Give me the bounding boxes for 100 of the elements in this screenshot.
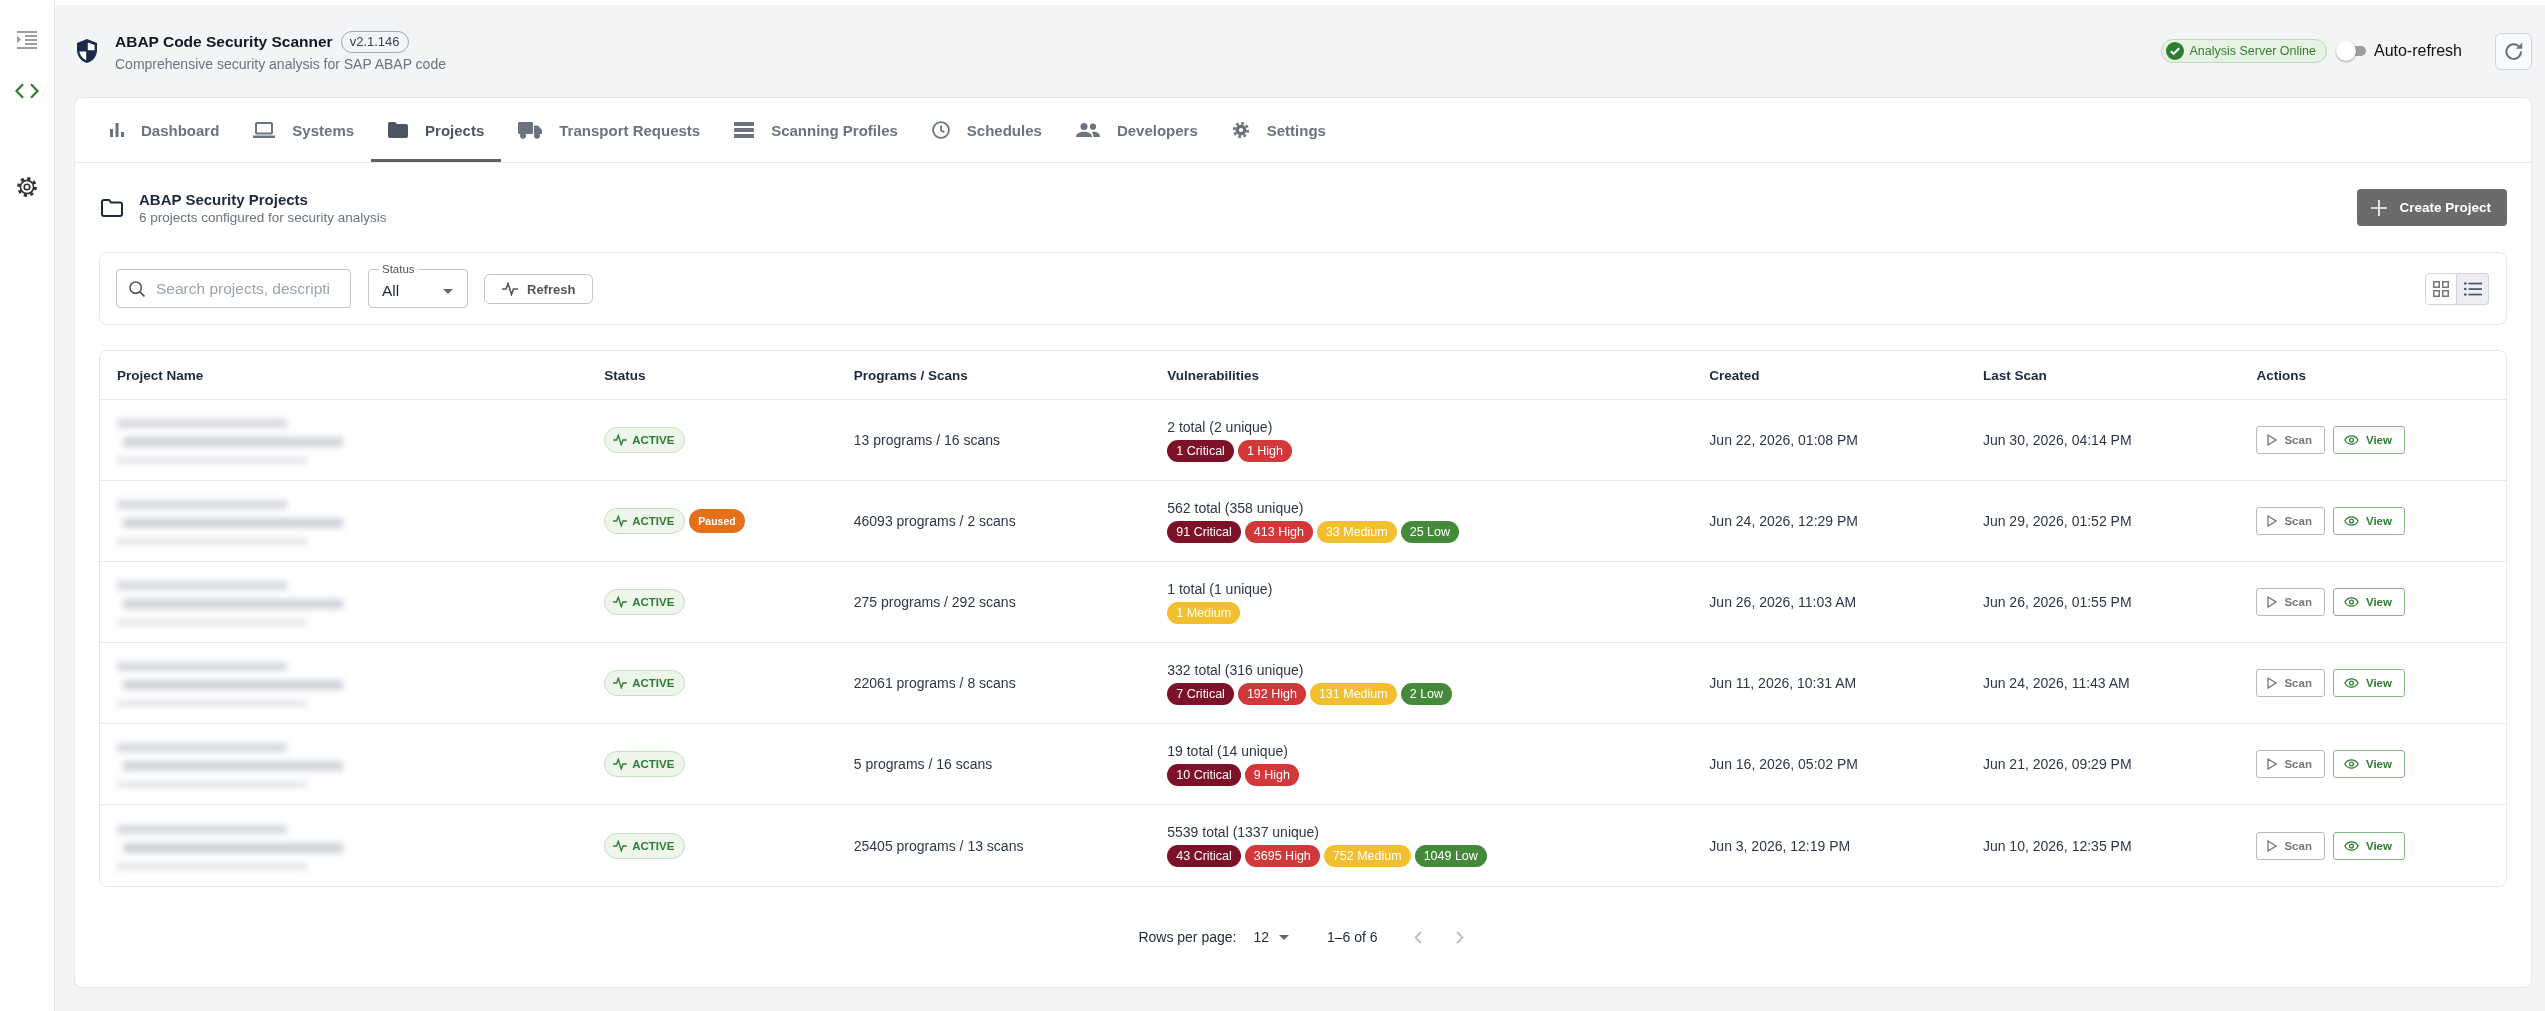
vulnerability-summary: 562 total (358 unique): [1167, 499, 1304, 516]
list-view-button[interactable]: [2457, 273, 2489, 305]
rows-per-page-select[interactable]: 12: [1253, 927, 1289, 947]
search-icon: [129, 280, 145, 297]
view-button[interactable]: View: [2332, 669, 2405, 697]
status-label: ACTIVE: [632, 434, 675, 446]
people-icon: [1075, 123, 1100, 137]
pulse-icon: [613, 677, 628, 689]
table-cell-text: 13 programs / 16 scans: [852, 432, 1002, 448]
scan-button[interactable]: Scan: [2256, 588, 2325, 616]
nav-tab[interactable]: Schedules: [914, 98, 1059, 162]
status-label: ACTIVE: [632, 515, 675, 527]
table-cell-text: Jun 21, 2026, 09:29 PM: [1981, 756, 2133, 772]
chevron-left-icon: [1413, 930, 1422, 944]
scan-button[interactable]: Scan: [2256, 831, 2325, 860]
severity-chip: 2 Low: [1400, 682, 1453, 705]
grid-icon: [2433, 281, 2449, 297]
plus-icon: [2371, 199, 2388, 216]
severity-chip: 192 High: [1237, 682, 1306, 705]
nav-tab[interactable]: Systems: [236, 98, 372, 162]
table-cell-text: Jun 11, 2026, 10:31 AM: [1708, 675, 1858, 691]
play-icon: [2267, 839, 2278, 852]
vulnerability-summary: 332 total (316 unique): [1167, 661, 1304, 678]
clock-icon: [931, 121, 950, 139]
table-cell-text: Jun 29, 2026, 01:52 PM: [1981, 513, 2133, 529]
scan-button[interactable]: Scan: [2256, 507, 2325, 535]
chevron-right-icon: [1455, 930, 1464, 944]
severity-chip: 33 Medium: [1316, 520, 1397, 543]
scan-button[interactable]: Scan: [2256, 750, 2325, 778]
vulnerability-summary: 1 total (1 unique): [1167, 580, 1273, 597]
shield-icon: [77, 39, 97, 63]
severity-chip: 43 Critical: [1167, 845, 1241, 867]
grid-view-button[interactable]: [2425, 273, 2457, 305]
sidebar-toggle-button[interactable]: [14, 28, 40, 52]
severity-chip: 25 Low: [1400, 520, 1460, 543]
pulse-icon: [613, 596, 628, 608]
indent-icon: [17, 31, 37, 49]
play-icon: [2267, 434, 2278, 446]
scan-button[interactable]: Scan: [2256, 426, 2325, 454]
severity-chip: 413 High: [1244, 520, 1313, 543]
section-title: ABAP Security Projects: [139, 190, 309, 208]
scan-button[interactable]: Scan: [2256, 669, 2325, 697]
table-cell-text: Jun 26, 2026, 11:03 AM: [1708, 594, 1858, 610]
play-icon: [2267, 677, 2278, 689]
table-cell-text: Jun 10, 2026, 12:35 PM: [1981, 837, 2133, 854]
app-title: ABAP Code Security Scanner: [115, 32, 333, 51]
folder-icon: [388, 122, 409, 138]
eye-icon: [2343, 516, 2359, 526]
eye-icon: [2343, 759, 2359, 769]
caret-icon: [443, 288, 453, 294]
create-project-button[interactable]: Create Project: [2357, 189, 2507, 226]
nav-tab[interactable]: Projects: [371, 98, 502, 162]
table-cell-text: Jun 30, 2026, 04:14 PM: [1981, 432, 2133, 448]
severity-chip: 1 Medium: [1167, 601, 1241, 624]
auto-refresh-toggle[interactable]: [2335, 41, 2366, 61]
view-button[interactable]: View: [2332, 426, 2405, 454]
refresh-icon: [2504, 42, 2523, 60]
view-button[interactable]: View: [2332, 750, 2405, 778]
nav-tab[interactable]: Dashboard: [93, 98, 237, 162]
refresh-button[interactable]: [2495, 32, 2532, 70]
status-select[interactable]: Status All: [368, 263, 468, 308]
severity-chip: 1 High: [1237, 439, 1292, 462]
column-header: Project Name: [116, 367, 205, 383]
play-icon: [2267, 596, 2278, 608]
severity-chip: 10 Critical: [1167, 763, 1241, 786]
severity-chip: 7 Critical: [1167, 682, 1234, 705]
pulse-icon: [613, 758, 628, 770]
status-label: ACTIVE: [632, 758, 675, 770]
auto-refresh-label: Auto-refresh: [2373, 42, 2462, 60]
severity-chip: 1049 Low: [1414, 845, 1487, 867]
column-header: Created: [1708, 367, 1761, 383]
view-button[interactable]: View: [2332, 507, 2405, 535]
search-field[interactable]: Search projects, descripti: [116, 269, 351, 308]
code-icon: [15, 83, 39, 99]
severity-chip: 752 Medium: [1323, 845, 1411, 867]
folder-icon: [101, 198, 123, 217]
nav-tab[interactable]: Settings: [1214, 98, 1343, 162]
eye-icon: [2343, 678, 2359, 688]
view-button[interactable]: View: [2332, 831, 2405, 860]
settings-icon: [1231, 121, 1250, 139]
play-icon: [2267, 758, 2278, 770]
table-cell-text: Jun 26, 2026, 01:55 PM: [1981, 594, 2133, 610]
refresh-button[interactable]: Refresh: [484, 274, 594, 304]
table-cell-text: 25405 programs / 13 scans: [852, 837, 1025, 854]
check-circle-icon: [2165, 42, 2184, 60]
laptop-icon: [253, 122, 276, 138]
table-cell-text: Jun 24, 2026, 12:29 PM: [1708, 513, 1859, 529]
pulse-icon: [502, 282, 518, 296]
nav-tab[interactable]: Developers: [1058, 98, 1215, 162]
view-button[interactable]: View: [2332, 588, 2405, 616]
bar-chart-icon: [110, 123, 124, 137]
server-status-label: Analysis Server Online: [2189, 44, 2316, 58]
pulse-icon: [613, 839, 628, 852]
list-icon: [2463, 282, 2482, 296]
severity-chip: 1 Critical: [1167, 439, 1234, 462]
nav-tab[interactable]: Transport Requests: [501, 98, 718, 162]
paused-badge: Paused: [689, 509, 745, 533]
nav-tab[interactable]: Scanning Profiles: [717, 98, 915, 162]
section-subtitle: 6 projects configured for security analysis: [139, 209, 387, 225]
stacked-bars-icon: [734, 122, 755, 138]
